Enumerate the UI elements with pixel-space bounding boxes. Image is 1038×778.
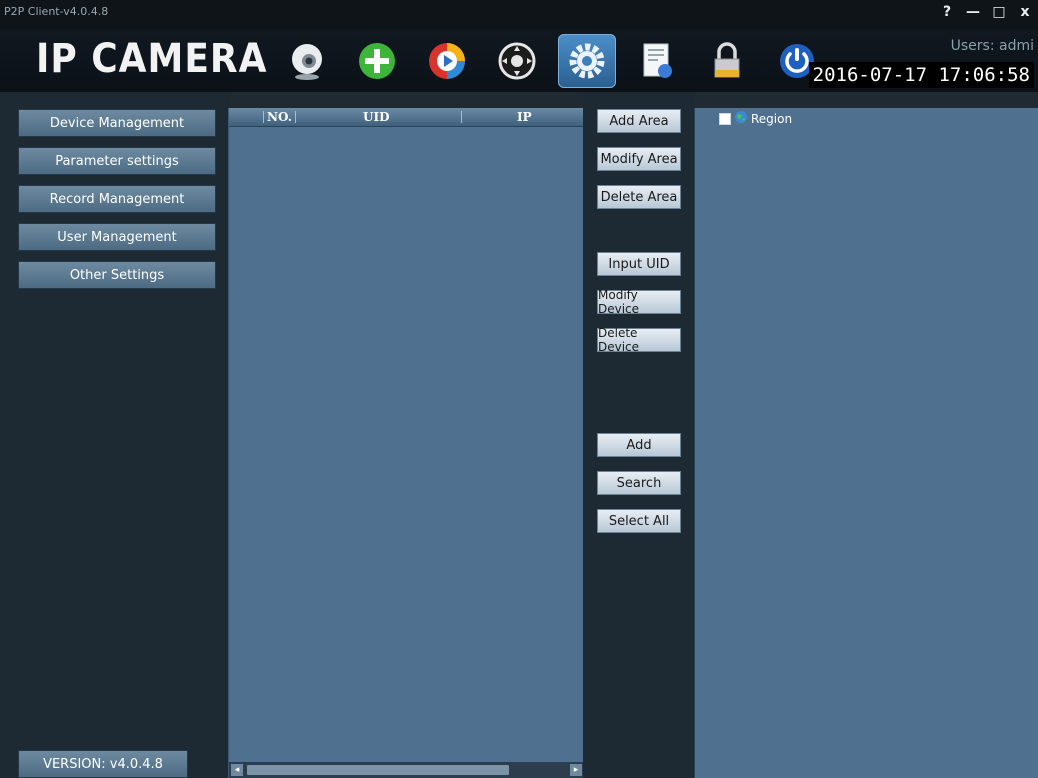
log-document-icon[interactable] [628, 34, 686, 88]
region-root-node[interactable]: Region [719, 110, 792, 127]
search-button[interactable]: Search [597, 471, 681, 495]
add-area-button[interactable]: Add Area [597, 109, 681, 133]
action-column: Add Area Modify Area Delete Area Input U… [583, 92, 694, 778]
add-icon[interactable] [348, 34, 406, 88]
minimize-button[interactable]: — [960, 3, 986, 21]
horizontal-scrollbar[interactable]: ◂ ▸ [229, 762, 584, 778]
modify-area-button[interactable]: Modify Area [597, 147, 681, 171]
sidebar-item-record-management[interactable]: Record Management [18, 185, 216, 213]
close-button[interactable]: x [1012, 3, 1038, 21]
sidebar-item-other-settings[interactable]: Other Settings [18, 261, 216, 289]
window-title: P2P Client-v4.0.4.8 [4, 5, 109, 18]
playback-icon[interactable] [418, 34, 476, 88]
sidebar-item-device-management[interactable]: Device Management [18, 109, 216, 137]
title-bar: P2P Client-v4.0.4.8 ? — □ x [0, 0, 1038, 30]
column-header-uid[interactable]: UID [363, 110, 389, 124]
version-label: VERSION: v4.0.4.8 [18, 750, 188, 778]
main-toolbar [278, 34, 826, 88]
modify-device-button[interactable]: Modify Device [597, 288, 681, 316]
user-label: Users: admi [950, 38, 1034, 54]
app-window: P2P Client-v4.0.4.8 ? — □ x IP CAMERA Us… [0, 0, 1038, 778]
sidebar: Device Management Parameter settings Rec… [0, 92, 228, 778]
settings-icon[interactable] [558, 34, 616, 88]
maximize-button[interactable]: □ [986, 3, 1012, 21]
scroll-right-arrow-icon[interactable]: ▸ [570, 764, 582, 776]
region-label: Region [751, 111, 793, 126]
delete-device-button[interactable]: Delete Device [597, 326, 681, 354]
window-controls: ? — □ x [934, 3, 1038, 21]
webcam-icon[interactable] [278, 34, 336, 88]
column-separator[interactable] [461, 111, 462, 123]
datetime-display: 2016-07-17 17:06:58 [808, 62, 1034, 88]
sidebar-item-parameter-settings[interactable]: Parameter settings [18, 147, 216, 175]
select-all-button[interactable]: Select All [597, 509, 681, 533]
help-button[interactable]: ? [934, 3, 960, 21]
globe-icon [734, 110, 748, 127]
app-logo: IP CAMERA [36, 36, 268, 82]
scroll-left-arrow-icon[interactable]: ◂ [231, 764, 243, 776]
sidebar-item-user-management[interactable]: User Management [18, 223, 216, 251]
column-header-ip[interactable]: IP [517, 110, 532, 124]
column-header-no[interactable]: NO. [267, 110, 292, 124]
table-header: NO. UID IP [229, 108, 584, 127]
lock-icon[interactable] [698, 34, 756, 88]
scrollbar-thumb[interactable] [247, 765, 509, 775]
add-button[interactable]: Add [597, 433, 681, 457]
input-uid-button[interactable]: Input UID [597, 252, 681, 276]
delete-area-button[interactable]: Delete Area [597, 185, 681, 209]
column-separator[interactable] [295, 111, 296, 123]
region-tree: Region [694, 108, 1038, 778]
column-separator[interactable] [263, 111, 264, 123]
device-table[interactable]: NO. UID IP ◂ ▸ [228, 108, 584, 778]
region-checkbox[interactable] [719, 112, 731, 125]
app-header: IP CAMERA Users: admi 2016-07-17 17:06:5… [0, 30, 1038, 92]
ptz-control-icon[interactable] [488, 34, 546, 88]
